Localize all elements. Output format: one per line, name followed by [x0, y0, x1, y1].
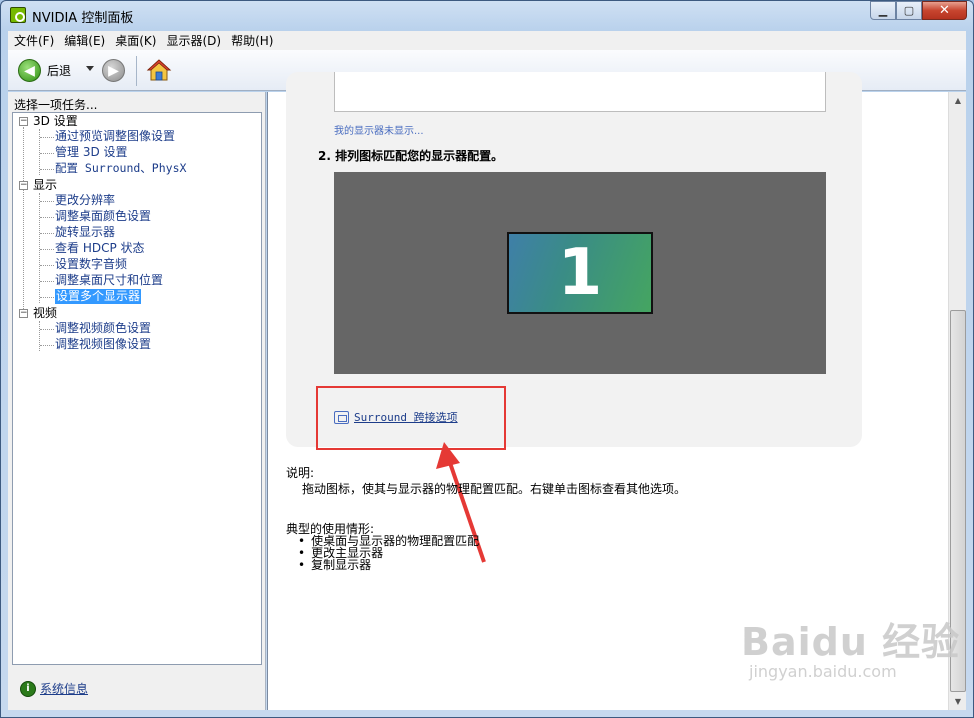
description-text: 拖动图标，使其与显示器的物理配置匹配。右键单击图标查看其他选项。 — [302, 482, 687, 496]
monitor-1-tile[interactable]: 1 — [507, 232, 653, 314]
expander-display-icon[interactable]: − — [19, 181, 28, 190]
display-arrangement-area[interactable]: 1 — [334, 172, 826, 374]
watermark-main: Baidu 经验 — [741, 620, 961, 664]
my-display-not-shown-link[interactable]: 我的显示器未显示... — [334, 122, 424, 137]
window-title: NVIDIA 控制面板 — [32, 11, 134, 26]
tree-group-3d[interactable]: 3D 设置 — [33, 114, 78, 129]
window-controls: ▁ ▢ ✕ — [870, 1, 967, 20]
step-2-title: 2. 排列图标匹配您的显示器配置。 — [318, 149, 504, 163]
menu-file[interactable]: 文件(F) — [14, 32, 54, 49]
expander-3d-icon[interactable]: − — [19, 117, 28, 126]
tree-group-video[interactable]: 视频 — [33, 306, 57, 321]
back-arrow-icon: ◀ — [18, 59, 41, 82]
tree-group-display[interactable]: 显示 — [33, 178, 57, 193]
task-panel: 选择一项任务... − 3D 设置 通过预览调整图像设置 管理 3D 设置 配置… — [8, 92, 266, 710]
task-adjust-video-color[interactable]: 调整视频颜色设置 — [55, 321, 151, 336]
title-bar[interactable]: NVIDIA 控制面板 ▁ ▢ ✕ — [1, 1, 973, 29]
tree-connector — [40, 137, 54, 138]
tree-connector — [40, 265, 54, 266]
history-dropdown-icon[interactable] — [86, 66, 94, 71]
arrange-displays-card: 我的显示器未显示... 2. 排列图标匹配您的显示器配置。 1 Surround… — [286, 72, 862, 450]
home-button[interactable] — [146, 57, 172, 83]
home-icon — [146, 59, 172, 81]
tree-connector — [40, 233, 54, 234]
task-tree: − 3D 设置 通过预览调整图像设置 管理 3D 设置 配置 Surround、… — [12, 112, 262, 665]
task-change-resolution[interactable]: 更改分辨率 — [55, 193, 115, 208]
back-button[interactable]: ◀ 后退 — [18, 59, 71, 82]
forward-arrow-icon: ▶ — [102, 59, 125, 82]
highlight-box — [316, 386, 506, 450]
tree-connector — [40, 329, 54, 330]
tree-connector — [40, 217, 54, 218]
tree-connector — [40, 153, 54, 154]
menu-edit[interactable]: 编辑(E) — [64, 32, 105, 49]
task-adjust-video-image[interactable]: 调整视频图像设置 — [55, 337, 151, 352]
task-rotate-display[interactable]: 旋转显示器 — [55, 225, 115, 240]
toolbar-divider — [136, 56, 137, 86]
app-window: NVIDIA 控制面板 ▁ ▢ ✕ 文件(F) 编辑(E) 桌面(K) 显示器(… — [0, 0, 974, 718]
tree-connector — [40, 169, 54, 170]
task-preview-image-settings[interactable]: 通过预览调整图像设置 — [55, 129, 175, 144]
tree-connector — [39, 193, 40, 303]
back-label: 后退 — [47, 64, 72, 78]
task-configure-surround-physx[interactable]: 配置 Surround、PhysX — [55, 161, 186, 176]
tree-connector — [40, 201, 54, 202]
forward-button[interactable]: ▶ — [102, 59, 125, 82]
monitor-number: 1 — [557, 236, 603, 310]
tree-connector — [40, 281, 54, 282]
close-button[interactable]: ✕ — [922, 1, 967, 20]
task-set-digital-audio[interactable]: 设置数字音频 — [55, 257, 127, 272]
scroll-down-icon[interactable]: ▼ — [950, 693, 966, 710]
description-label: 说明: — [286, 466, 315, 480]
menu-bar: 文件(F) 编辑(E) 桌面(K) 显示器(D) 帮助(H) — [8, 31, 966, 50]
system-info-link[interactable]: i 系统信息 — [20, 680, 88, 697]
system-info-label[interactable]: 系统信息 — [40, 680, 88, 697]
task-manage-3d-settings[interactable]: 管理 3D 设置 — [55, 145, 128, 160]
tree-connector — [39, 321, 40, 351]
task-adjust-desktop-color[interactable]: 调整桌面颜色设置 — [55, 209, 151, 224]
system-info-icon: i — [20, 680, 36, 697]
tree-connector — [40, 249, 54, 250]
scroll-up-icon[interactable]: ▲ — [950, 92, 966, 109]
usage-list: 使桌面与显示器的物理配置匹配 更改主显示器 复制显示器 — [298, 535, 479, 571]
baidu-jingyan-watermark: Baidu 经验 jingyan.baidu.com — [741, 611, 960, 681]
task-view-hdcp-status[interactable]: 查看 HDCP 状态 — [55, 241, 145, 256]
task-panel-header: 选择一项任务... — [14, 98, 98, 112]
tree-connector — [23, 127, 24, 317]
task-adjust-desktop-size[interactable]: 调整桌面尺寸和位置 — [55, 273, 163, 288]
menu-desktop[interactable]: 桌面(K) — [115, 32, 156, 49]
tree-connector — [40, 297, 54, 298]
menu-display[interactable]: 显示器(D) — [166, 32, 221, 49]
menu-help[interactable]: 帮助(H) — [231, 32, 273, 49]
minimize-button[interactable]: ▁ — [870, 1, 896, 20]
tree-connector — [40, 345, 54, 346]
display-list-box — [334, 72, 826, 112]
expander-video-icon[interactable]: − — [19, 309, 28, 318]
task-set-multiple-displays[interactable]: 设置多个显示器 — [55, 289, 142, 304]
usage-item: 复制显示器 — [298, 559, 479, 571]
nvidia-app-icon — [10, 7, 26, 23]
maximize-button[interactable]: ▢ — [896, 1, 922, 20]
